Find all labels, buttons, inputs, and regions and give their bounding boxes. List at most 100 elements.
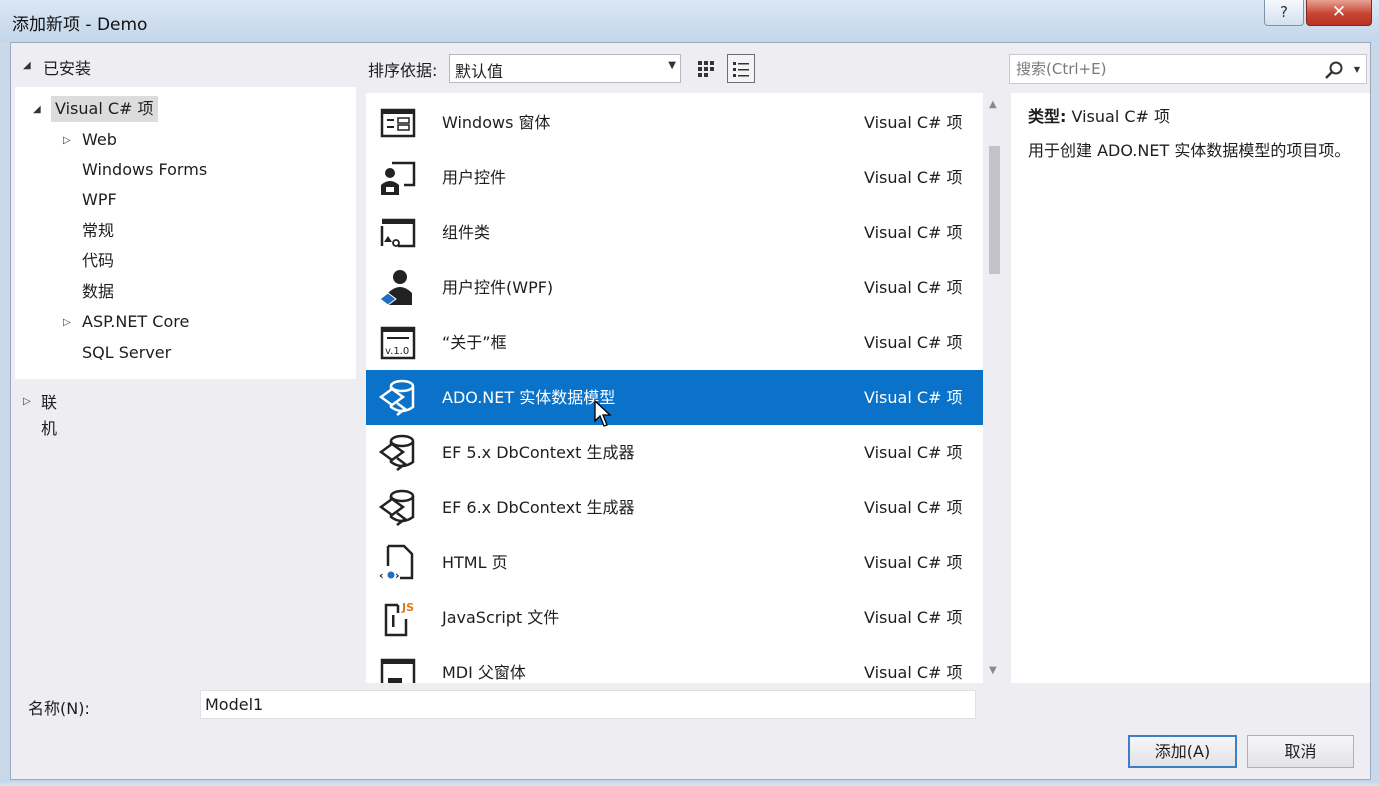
list-item-html-page[interactable]: ‹ › HTML 页 Visual C# 项: [366, 535, 983, 590]
list-view-button[interactable]: [727, 54, 755, 83]
tree-node-label: 数据: [82, 282, 115, 301]
item-name: ADO.NET 实体数据模型: [442, 388, 616, 407]
item-name: MDI 父窗体: [442, 663, 526, 682]
type-line: 类型: Visual C# 项: [1028, 103, 1170, 127]
item-category: Visual C# 项: [864, 113, 963, 132]
scroll-thumb[interactable]: [989, 146, 1000, 274]
name-field[interactable]: [200, 690, 976, 719]
item-category: Visual C# 项: [864, 443, 963, 462]
tree-node-label: 常规: [82, 221, 115, 240]
list-scrollbar[interactable]: ▲ ▼: [985, 93, 1003, 683]
list-item-ado-net-entity-model[interactable]: ADO.NET 实体数据模型 Visual C# 项: [366, 370, 983, 427]
tree-node-data[interactable]: 数据: [82, 279, 114, 305]
cancel-button[interactable]: 取消: [1247, 735, 1354, 768]
tree-node-code[interactable]: 代码: [82, 248, 114, 274]
search-box: ▼: [1009, 54, 1367, 84]
item-category: Visual C# 项: [864, 553, 963, 572]
item-category: Visual C# 项: [864, 608, 963, 627]
item-category: Visual C# 项: [864, 388, 963, 407]
template-list: Windows 窗体 Visual C# 项 用户控件 Visual C# 项 …: [366, 93, 983, 683]
title-bar: 添加新项 - Demo ? ✕: [0, 0, 1379, 42]
dbcontext-generator-icon: [378, 434, 415, 471]
list-item-about-box[interactable]: v.1.0 “关于”框 Visual C# 项: [366, 315, 983, 370]
list-item-user-control[interactable]: 用户控件 Visual C# 项: [366, 150, 983, 205]
type-label: 类型:: [1028, 107, 1067, 126]
item-category: Visual C# 项: [864, 498, 963, 517]
collapsed-triangle-icon: ▷: [23, 396, 31, 407]
list-item-ef5-dbcontext[interactable]: EF 5.x DbContext 生成器 Visual C# 项: [366, 425, 983, 480]
item-category: Visual C# 项: [864, 223, 963, 242]
javascript-file-icon: JS: [384, 601, 414, 637]
svg-text:‹: ‹: [379, 569, 384, 582]
list-item-wpf-user-control[interactable]: 用户控件(WPF) Visual C# 项: [366, 260, 983, 315]
item-name: HTML 页: [442, 553, 508, 572]
item-name: “关于”框: [442, 333, 507, 352]
tree-node-label: 代码: [82, 251, 115, 270]
installed-label: 已安装: [43, 59, 92, 78]
description-panel: 类型: Visual C# 项 用于创建 ADO.NET 实体数据模型的项目项。: [1011, 93, 1370, 683]
tree-node-label: WPF: [82, 190, 117, 209]
dropdown-arrow-icon: ▼: [668, 60, 676, 71]
mouse-cursor-icon: [594, 400, 612, 427]
tree-node-label: Windows Forms: [82, 160, 208, 179]
collapse-triangle-icon: ◢: [23, 60, 31, 71]
item-name: JavaScript 文件: [442, 608, 560, 627]
category-tree: ◢ Visual C# 项 ▷ Web Windows Forms WPF 常规…: [15, 87, 356, 379]
item-name: 组件类: [442, 223, 491, 242]
item-name: EF 6.x DbContext 生成器: [442, 498, 635, 517]
wpf-user-control-icon: [379, 270, 412, 306]
help-icon: ?: [1280, 3, 1288, 21]
tree-node-sql-server[interactable]: SQL Server: [82, 340, 171, 366]
svg-text:›: ›: [395, 569, 400, 582]
tree-node-label: SQL Server: [82, 343, 172, 362]
about-box-icon: v.1.0: [380, 326, 416, 360]
tree-node-label: Visual C# 项: [51, 96, 158, 122]
collapsed-triangle-icon: ▷: [63, 317, 71, 328]
tree-node-windows-forms[interactable]: Windows Forms: [82, 157, 207, 183]
grid-view-icon: [698, 60, 714, 77]
html-page-icon: ‹ ›: [379, 544, 414, 582]
list-item-component-class[interactable]: 组件类 Visual C# 项: [366, 205, 983, 260]
list-item-ef6-dbcontext[interactable]: EF 6.x DbContext 生成器 Visual C# 项: [366, 480, 983, 535]
sort-dropdown[interactable]: 默认值 ▼: [449, 54, 681, 83]
grid-view-button[interactable]: [692, 54, 720, 83]
sort-value: 默认值: [455, 62, 504, 81]
item-category: Visual C# 项: [864, 333, 963, 352]
search-icon[interactable]: [1324, 60, 1344, 80]
component-class-icon: [380, 218, 416, 248]
tree-node-general[interactable]: 常规: [82, 218, 114, 244]
item-name: 用户控件(WPF): [442, 278, 554, 297]
window-frame-bottom: [0, 780, 1379, 786]
js-badge-text: JS: [401, 601, 414, 614]
collapsed-triangle-icon: ▷: [63, 135, 71, 146]
help-button[interactable]: ?: [1264, 0, 1304, 26]
item-category: Visual C# 项: [864, 278, 963, 297]
item-category: Visual C# 项: [864, 168, 963, 187]
item-name: Windows 窗体: [442, 113, 551, 132]
entity-model-icon: [378, 379, 415, 416]
expanded-triangle-icon: ◢: [33, 104, 41, 115]
mdi-parent-form-icon: [380, 658, 416, 683]
tree-node-label: Web: [82, 130, 117, 149]
search-options-arrow-icon[interactable]: ▼: [1354, 65, 1360, 74]
close-button[interactable]: ✕: [1306, 0, 1372, 26]
tree-node-label: ASP.NET Core: [82, 312, 190, 331]
window-title: 添加新项 - Demo: [12, 15, 148, 35]
scroll-down-arrow-icon[interactable]: ▼: [989, 665, 997, 676]
item-name: 用户控件: [442, 168, 507, 187]
scroll-up-arrow-icon[interactable]: ▲: [989, 99, 997, 110]
windows-form-icon: [380, 108, 416, 138]
list-item-mdi-parent-form[interactable]: MDI 父窗体 Visual C# 项: [366, 645, 983, 683]
search-input[interactable]: [1010, 55, 1322, 83]
tree-node-wpf[interactable]: WPF: [82, 187, 117, 213]
list-view-icon: [733, 61, 749, 77]
name-label: 名称(N):: [28, 699, 90, 718]
description-text: 用于创建 ADO.NET 实体数据模型的项目项。: [1028, 141, 1351, 160]
user-control-icon: [381, 161, 416, 195]
add-button[interactable]: 添加(A): [1128, 735, 1237, 768]
list-item-windows-form[interactable]: Windows 窗体 Visual C# 项: [366, 95, 983, 150]
about-icon-text: v.1.0: [385, 346, 409, 357]
list-item-javascript-file[interactable]: JS JavaScript 文件 Visual C# 项: [366, 590, 983, 645]
dbcontext-generator-icon: [378, 489, 415, 526]
close-icon: ✕: [1331, 2, 1347, 22]
